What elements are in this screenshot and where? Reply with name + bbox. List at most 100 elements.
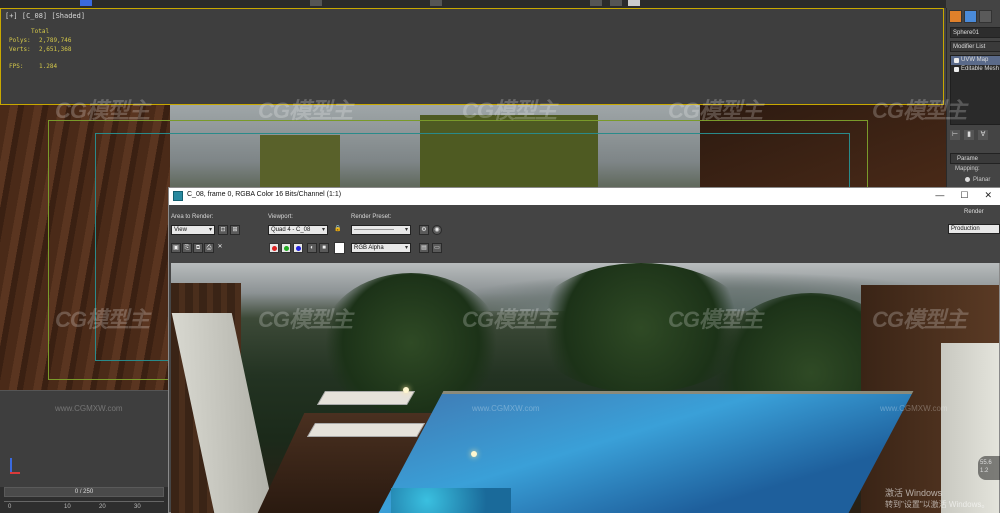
render-lamp <box>403 387 409 393</box>
render-preset-label: Render Preset: <box>351 214 392 220</box>
edit-region-icon[interactable]: ⊡ <box>218 225 228 235</box>
auto-region-icon[interactable]: ⊞ <box>230 225 240 235</box>
activation-title: 激活 Windows <box>885 488 943 498</box>
lock-icon[interactable]: 🔒 <box>333 225 343 235</box>
viewport-label[interactable]: [+] [C_08] [Shaded] <box>5 12 85 20</box>
parameters-rollout[interactable]: Parame <box>950 153 1000 164</box>
alpha-channel-icon[interactable]: ◐ <box>307 243 317 253</box>
app-root: [+] [C_08] [Shaded] Total Polys: 2,789,74… <box>0 0 1000 513</box>
toolbar-button[interactable] <box>590 0 602 6</box>
toggle-ui-icon[interactable]: ▭ <box>432 243 442 253</box>
app-icon <box>173 191 183 201</box>
modify-tab-icon[interactable] <box>964 10 977 23</box>
print-image-icon[interactable]: ⎙ <box>204 243 214 253</box>
red-channel-toggle[interactable] <box>269 243 279 253</box>
watermark-url: www.CGMXW.com <box>472 404 540 413</box>
watermark-url: www.CGMXW.com <box>880 404 948 413</box>
clear-icon[interactable]: ✕ <box>215 243 225 253</box>
toggle-ui-overlay-icon[interactable]: ▤ <box>419 243 429 253</box>
render-window-titlebar[interactable]: C_08, frame 0, RGBA Color 16 Bits/Channe… <box>169 188 1000 205</box>
toolbar-button[interactable] <box>310 0 322 6</box>
environment-icon[interactable]: ◉ <box>432 225 442 235</box>
fps-value: 1.284 <box>39 63 58 70</box>
activation-subtitle: 转到"设置"以激活 Windows。 <box>885 500 990 509</box>
clone-window-icon[interactable]: ⧉ <box>193 243 203 253</box>
window-controls: — ☐ ✕ <box>935 190 992 201</box>
viewport-top[interactable]: [+] [C_08] [Shaded] Total Polys: 2,789,74… <box>0 8 944 105</box>
viewport-dropdown[interactable]: Quad 4 - C_08 <box>268 225 328 235</box>
stack-tools: ⊢ ▮ ∀ <box>950 130 988 140</box>
close-icon[interactable]: ✕ <box>984 190 992 201</box>
tick-label: 0 <box>8 504 12 510</box>
swatch-color[interactable] <box>334 242 345 254</box>
coord-value: 55.6 <box>980 460 992 466</box>
axis-x-icon <box>10 472 20 474</box>
create-tab-icon[interactable] <box>949 10 962 23</box>
render-setup-icon[interactable]: ⚙ <box>419 225 429 235</box>
time-slider-label: 0 / 250 <box>74 489 94 495</box>
render-preset-dropdown[interactable]: -------------------- <box>351 225 411 235</box>
render-window-title: C_08, frame 0, RGBA Color 16 Bits/Channe… <box>187 191 342 198</box>
stats-total-label: Total <box>31 28 50 35</box>
viewport-label: Viewport: <box>268 214 293 220</box>
render-frame-window: C_08, frame 0, RGBA Color 16 Bits/Channe… <box>168 187 1000 513</box>
minimize-icon[interactable]: — <box>935 190 944 201</box>
modifier-stack-item[interactable]: Editable Mesh <box>951 65 1000 74</box>
watermark-logo: CG模型主 <box>872 98 967 123</box>
render-side-panel: Render Production <box>946 206 1000 236</box>
tick-label: 10 <box>64 504 71 510</box>
blue-channel-toggle[interactable] <box>293 243 303 253</box>
toolbar-button[interactable] <box>610 0 622 6</box>
fps-label: FPS: <box>9 63 24 70</box>
watermark-logo: CG模型主 <box>258 307 353 332</box>
copy-image-icon[interactable]: ⎘ <box>182 243 192 253</box>
render-mode-dropdown[interactable]: Production <box>948 224 1000 234</box>
area-to-render-dropdown[interactable]: View <box>171 225 215 235</box>
render-pool-petals <box>391 488 511 513</box>
area-to-render-label: Area to Render: <box>171 214 214 220</box>
maximize-icon[interactable]: ☐ <box>960 190 968 201</box>
pin-stack-icon[interactable]: ⊢ <box>950 130 960 140</box>
toolbar-button[interactable] <box>628 0 640 6</box>
toolbar-button[interactable] <box>430 0 442 6</box>
watermark-logo: CG模型主 <box>55 307 150 332</box>
green-channel-toggle[interactable] <box>281 243 291 253</box>
render-button-label[interactable]: Render <box>964 209 984 215</box>
time-slider[interactable]: 0 / 250 <box>4 487 164 497</box>
coord-value: 1.2 <box>980 468 989 474</box>
watermark-logo: CG模型主 <box>668 307 763 332</box>
timeline: 0 / 250 0 10 20 30 <box>0 487 168 513</box>
hierarchy-tab-icon[interactable] <box>979 10 992 23</box>
display-channel-dropdown[interactable]: RGB Alpha <box>351 243 411 253</box>
axis-z-icon <box>10 458 12 472</box>
save-image-icon[interactable]: ▣ <box>171 243 181 253</box>
watermark-logo: CG模型主 <box>462 98 557 123</box>
render-lamp <box>471 451 477 457</box>
verts-value: 2,651,368 <box>39 46 72 53</box>
monochrome-icon[interactable]: ■ <box>319 243 329 253</box>
modifier-list-dropdown[interactable]: Modifier List <box>950 41 1000 52</box>
watermark-logo: CG模型主 <box>872 307 967 332</box>
planar-radio[interactable]: Planar <box>965 177 990 183</box>
rendered-image <box>171 263 999 513</box>
render-toolbar: Area to Render: View ⊡ ⊞ Viewport: Quad … <box>169 205 1000 263</box>
tick-label: 20 <box>99 504 106 510</box>
timeline-ticks[interactable]: 0 10 20 30 <box>4 501 164 513</box>
render-lounger <box>306 423 426 437</box>
coordinate-readout: 55.6 1.2 <box>978 456 1000 480</box>
mappings-label: Mapping: <box>955 166 980 172</box>
main-toolbar-strip <box>0 0 946 8</box>
tick-label: 30 <box>134 504 141 510</box>
show-end-result-icon[interactable]: ▮ <box>964 130 974 140</box>
watermark-logo: CG模型主 <box>258 98 353 123</box>
configure-sets-icon[interactable]: ∀ <box>978 130 988 140</box>
polys-value: 2,789,746 <box>39 37 72 44</box>
object-name-field[interactable]: Sphere01 <box>950 27 1000 38</box>
command-panel-tabs <box>949 10 992 23</box>
watermark-logo: CG模型主 <box>668 98 763 123</box>
toolbar-button[interactable] <box>80 0 92 6</box>
windows-activation-notice: 激活 Windows 转到"设置"以激活 Windows。 <box>885 487 989 511</box>
watermark-logo: CG模型主 <box>55 98 150 123</box>
modifier-stack-item[interactable]: UVW Map <box>951 56 1000 65</box>
viewport-stats: Total Polys: 2,789,746 Verts: 2,651,368 FP… <box>9 27 72 71</box>
